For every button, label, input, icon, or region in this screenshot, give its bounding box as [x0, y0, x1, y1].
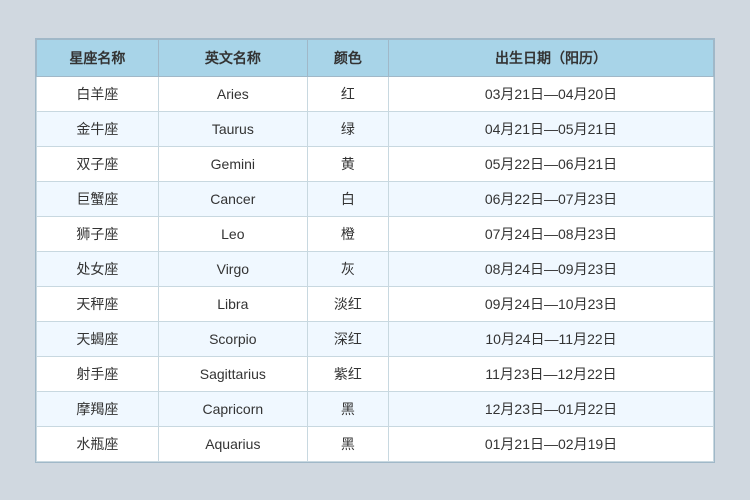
table-row: 狮子座Leo橙07月24日—08月23日	[37, 216, 714, 251]
header-chinese: 星座名称	[37, 39, 159, 76]
table-row: 双子座Gemini黄05月22日—06月21日	[37, 146, 714, 181]
cell-date: 03月21日—04月20日	[389, 76, 714, 111]
header-date: 出生日期（阳历）	[389, 39, 714, 76]
cell-chinese: 狮子座	[37, 216, 159, 251]
cell-english: Cancer	[158, 181, 307, 216]
cell-date: 04月21日—05月21日	[389, 111, 714, 146]
cell-color: 淡红	[307, 286, 388, 321]
cell-date: 01月21日—02月19日	[389, 426, 714, 461]
cell-english: Aries	[158, 76, 307, 111]
cell-english: Scorpio	[158, 321, 307, 356]
cell-english: Sagittarius	[158, 356, 307, 391]
zodiac-table: 星座名称 英文名称 颜色 出生日期（阳历） 白羊座Aries红03月21日—04…	[36, 39, 714, 462]
cell-color: 绿	[307, 111, 388, 146]
cell-chinese: 白羊座	[37, 76, 159, 111]
cell-color: 灰	[307, 251, 388, 286]
cell-color: 紫红	[307, 356, 388, 391]
cell-color: 红	[307, 76, 388, 111]
table-row: 处女座Virgo灰08月24日—09月23日	[37, 251, 714, 286]
cell-date: 10月24日—11月22日	[389, 321, 714, 356]
cell-date: 09月24日—10月23日	[389, 286, 714, 321]
cell-chinese: 天蝎座	[37, 321, 159, 356]
cell-date: 12月23日—01月22日	[389, 391, 714, 426]
cell-english: Libra	[158, 286, 307, 321]
cell-chinese: 处女座	[37, 251, 159, 286]
cell-english: Capricorn	[158, 391, 307, 426]
header-english: 英文名称	[158, 39, 307, 76]
cell-date: 05月22日—06月21日	[389, 146, 714, 181]
cell-english: Gemini	[158, 146, 307, 181]
table-header-row: 星座名称 英文名称 颜色 出生日期（阳历）	[37, 39, 714, 76]
header-color: 颜色	[307, 39, 388, 76]
cell-chinese: 双子座	[37, 146, 159, 181]
cell-english: Aquarius	[158, 426, 307, 461]
cell-english: Taurus	[158, 111, 307, 146]
cell-date: 11月23日—12月22日	[389, 356, 714, 391]
table-row: 水瓶座Aquarius黑01月21日—02月19日	[37, 426, 714, 461]
cell-color: 橙	[307, 216, 388, 251]
cell-chinese: 摩羯座	[37, 391, 159, 426]
cell-chinese: 射手座	[37, 356, 159, 391]
table-row: 天秤座Libra淡红09月24日—10月23日	[37, 286, 714, 321]
zodiac-table-container: 星座名称 英文名称 颜色 出生日期（阳历） 白羊座Aries红03月21日—04…	[35, 38, 715, 463]
table-row: 白羊座Aries红03月21日—04月20日	[37, 76, 714, 111]
table-row: 射手座Sagittarius紫红11月23日—12月22日	[37, 356, 714, 391]
table-row: 巨蟹座Cancer白06月22日—07月23日	[37, 181, 714, 216]
cell-color: 黑	[307, 426, 388, 461]
cell-chinese: 水瓶座	[37, 426, 159, 461]
cell-date: 08月24日—09月23日	[389, 251, 714, 286]
table-row: 天蝎座Scorpio深红10月24日—11月22日	[37, 321, 714, 356]
cell-color: 黑	[307, 391, 388, 426]
cell-english: Leo	[158, 216, 307, 251]
cell-color: 白	[307, 181, 388, 216]
cell-chinese: 金牛座	[37, 111, 159, 146]
cell-english: Virgo	[158, 251, 307, 286]
table-row: 摩羯座Capricorn黑12月23日—01月22日	[37, 391, 714, 426]
cell-color: 深红	[307, 321, 388, 356]
cell-chinese: 天秤座	[37, 286, 159, 321]
table-row: 金牛座Taurus绿04月21日—05月21日	[37, 111, 714, 146]
cell-chinese: 巨蟹座	[37, 181, 159, 216]
cell-date: 06月22日—07月23日	[389, 181, 714, 216]
cell-date: 07月24日—08月23日	[389, 216, 714, 251]
cell-color: 黄	[307, 146, 388, 181]
